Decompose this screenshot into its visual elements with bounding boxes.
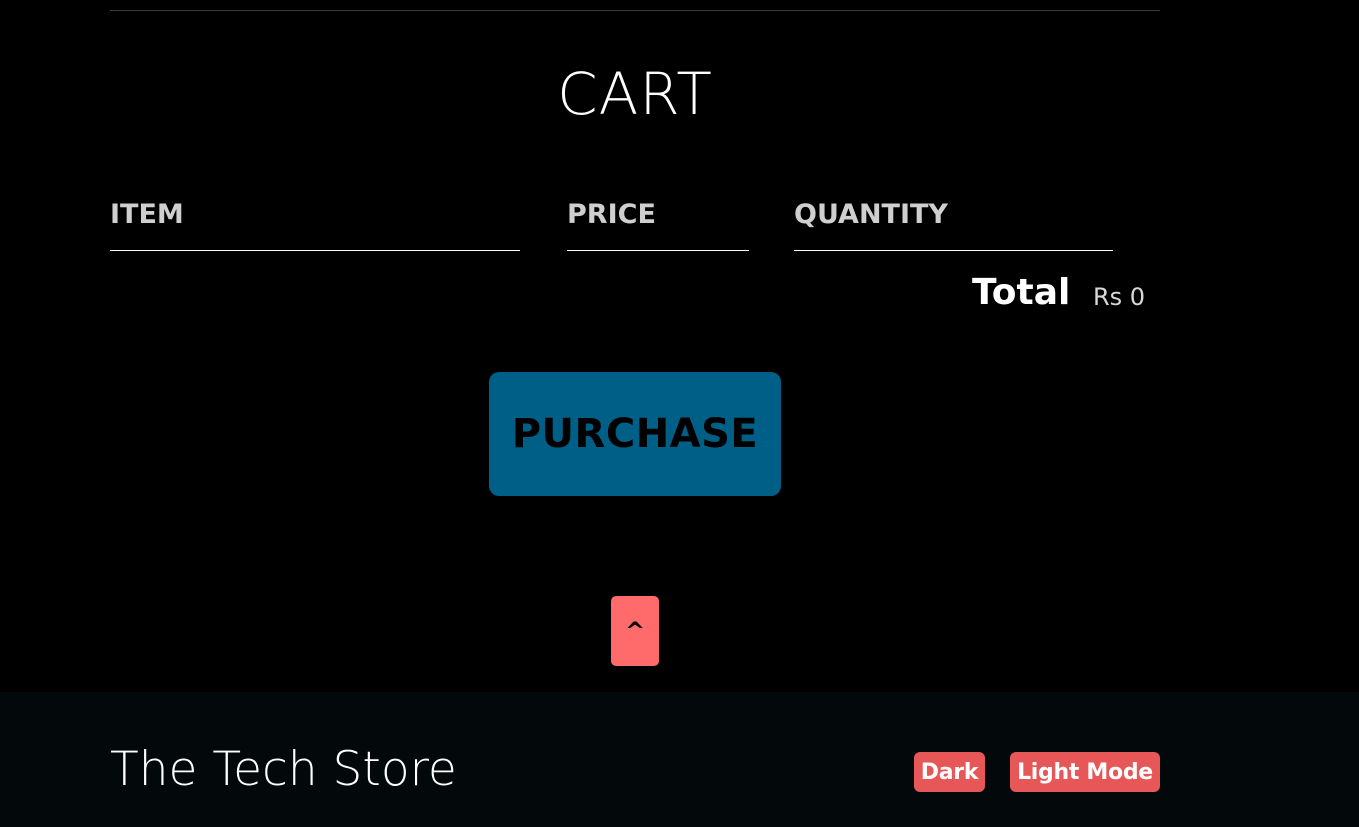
top-divider: [110, 10, 1160, 11]
purchase-button[interactable]: PURCHASE: [489, 372, 781, 496]
footer: The Tech Store Dark Light Mode: [0, 692, 1359, 827]
cart-title: CART: [557, 60, 713, 128]
light-mode-button[interactable]: Light Mode: [1010, 752, 1160, 792]
column-header-price: PRICE: [567, 198, 749, 251]
store-name: The Tech Store: [110, 742, 457, 797]
total-label: Total: [972, 272, 1071, 313]
scroll-to-top-button[interactable]: ^: [611, 596, 659, 666]
page: CART ITEM PRICE QUANTITY Total Rs 0 PURC…: [0, 0, 1359, 827]
column-header-quantity: QUANTITY: [794, 198, 1113, 251]
column-header-item: ITEM: [110, 198, 520, 251]
dark-mode-button[interactable]: Dark: [914, 752, 985, 792]
total-value: Rs 0: [1093, 283, 1146, 311]
